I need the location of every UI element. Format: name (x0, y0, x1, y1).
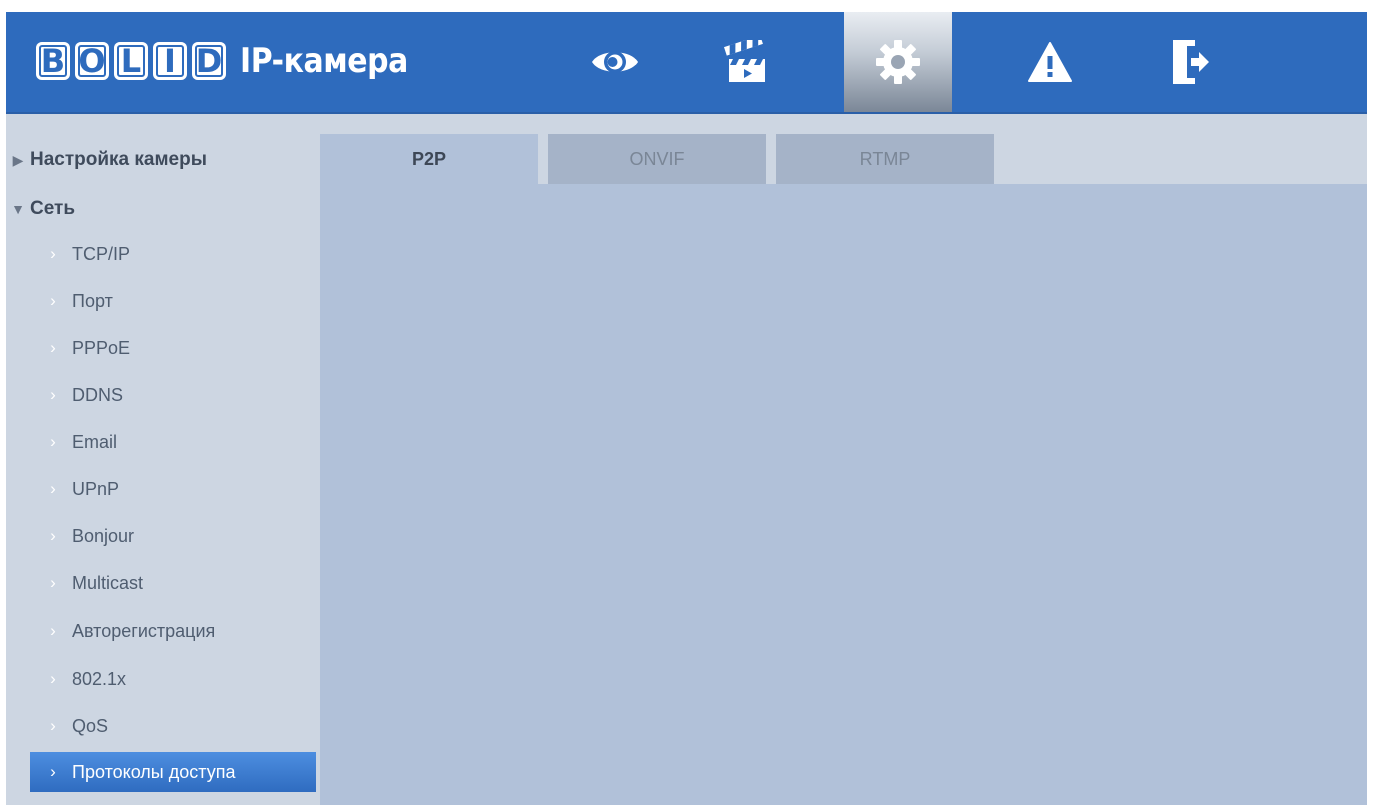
chevron-right-icon: › (50, 526, 56, 545)
chevron-right-icon: › (50, 291, 56, 310)
tab-p2p[interactable]: P2P (320, 134, 538, 184)
chevron-right-icon: › (50, 669, 56, 688)
logout-icon (1173, 40, 1209, 84)
chevron-right-icon: › (50, 479, 56, 498)
gear-icon (876, 40, 920, 84)
sidebar-item-label: 802.1x (72, 668, 127, 689)
sidebar-group-label: Сеть (30, 198, 76, 219)
nav-live-view[interactable] (561, 12, 669, 112)
logo-letter-b: B (36, 42, 70, 80)
sidebar-item-access-protocols[interactable]: › Протоколы доступа (30, 752, 316, 792)
sidebar: ▶ Настройка камеры ▼ Сеть › TCP/IP › Пор… (6, 114, 320, 805)
nav-playback[interactable] (692, 12, 800, 112)
chevron-right-icon: › (50, 573, 56, 592)
chevron-right-icon: › (50, 385, 56, 404)
chevron-right-icon: › (50, 338, 56, 357)
sidebar-item-ddns[interactable]: › DDNS (6, 375, 320, 415)
sidebar-item-label: Авторегистрация (72, 620, 216, 641)
nav-logout[interactable] (1136, 12, 1244, 112)
sidebar-item-multicast[interactable]: › Multicast (6, 563, 320, 603)
logo-letter-d: D (192, 42, 226, 80)
sidebar-item-label: Порт (72, 290, 113, 311)
logo-letters: B O L I D (36, 42, 226, 80)
logo-letter-o: O (75, 42, 109, 80)
sidebar-group-camera-settings[interactable]: ▶ Настройка камеры (6, 140, 320, 180)
bolid-logo: B O L I D IP-камера (36, 38, 431, 84)
tab-rtmp[interactable]: RTMP (776, 134, 994, 184)
chevron-right-icon: › (50, 621, 56, 640)
sidebar-group-label: Настройка камеры (30, 149, 207, 170)
main-content: P2P ONVIF RTMP (320, 114, 1367, 805)
tab-onvif[interactable]: ONVIF (548, 134, 766, 184)
sidebar-item-label: QoS (72, 715, 109, 736)
sidebar-item-8021x[interactable]: › 802.1x (6, 659, 320, 699)
logo-letter-i: I (153, 42, 187, 80)
sidebar-group-network[interactable]: ▼ Сеть (6, 189, 320, 229)
sidebar-item-label: TCP/IP (72, 243, 131, 264)
sidebar-item-label: Multicast (72, 572, 144, 593)
chevron-right-icon: › (50, 432, 56, 451)
sidebar-item-label: PPPoE (72, 337, 131, 358)
app-title: IP-камера (240, 41, 408, 81)
sidebar-item-pppoe[interactable]: › PPPoE (6, 328, 320, 368)
logo-letter-l: L (114, 42, 148, 80)
sidebar-item-label: Email (72, 431, 118, 452)
sidebar-item-upnp[interactable]: › UPnP (6, 469, 320, 509)
nav-settings[interactable] (844, 12, 952, 112)
sidebar-item-label: DDNS (72, 384, 124, 405)
eye-icon (592, 51, 638, 73)
nav-alarm[interactable] (996, 12, 1104, 112)
sidebar-item-label: Bonjour (72, 525, 135, 546)
chevron-right-icon: › (50, 762, 56, 781)
warning-icon (1028, 42, 1072, 82)
sidebar-item-port[interactable]: › Порт (6, 281, 320, 321)
clapperboard-icon (724, 40, 765, 82)
sidebar-item-label: Протоколы доступа (72, 761, 236, 782)
triangle-right-icon: ▶ (12, 151, 24, 168)
triangle-down-icon: ▼ (11, 201, 25, 217)
sidebar-item-label: UPnP (72, 478, 120, 499)
sidebar-item-auto-registration[interactable]: › Авторегистрация (6, 611, 320, 651)
sidebar-item-email[interactable]: › Email (6, 422, 320, 462)
sidebar-item-tcpip[interactable]: › TCP/IP (6, 234, 320, 274)
chevron-right-icon: › (50, 244, 56, 263)
top-header: B O L I D IP-камера (6, 12, 1367, 114)
chevron-right-icon: › (50, 716, 56, 735)
tab-bar: P2P ONVIF RTMP (320, 114, 1367, 184)
sidebar-item-qos[interactable]: › QoS (6, 706, 320, 746)
sidebar-item-bonjour[interactable]: › Bonjour (6, 516, 320, 556)
tab-panel (320, 184, 1367, 805)
